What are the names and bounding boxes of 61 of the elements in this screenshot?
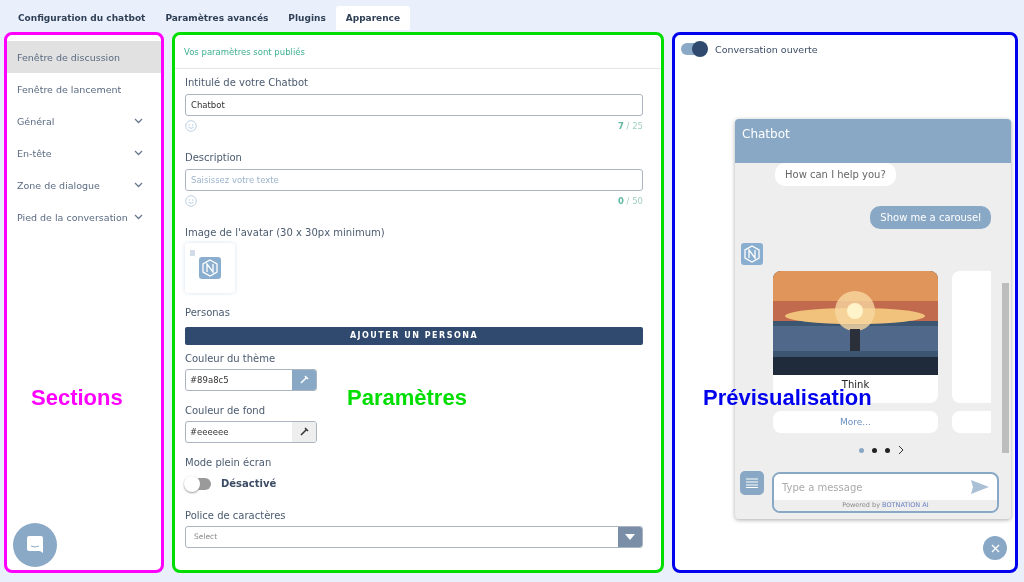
menu-icon [746,478,758,488]
trash-icon[interactable] [189,248,196,256]
carousel-dot[interactable] [884,447,890,453]
close-icon [990,543,1000,553]
field-label: Intitulé de votre Chatbot [185,77,309,88]
carousel-dot[interactable] [858,447,864,453]
color-swatch[interactable] [292,369,316,390]
status-message: Vos paramètres sont publiés [175,35,661,69]
menu-button[interactable] [740,471,764,495]
toggle-switch[interactable] [185,477,211,490]
smiley-icon[interactable] [185,120,197,132]
field-label: Couleur du thème [185,352,277,364]
tab[interactable]: Paramètres avancés [155,6,279,30]
carousel-dot[interactable] [871,447,877,453]
sidebar-item[interactable]: Pied de la conversation [7,201,161,233]
annotation-label: Paramètres [347,385,467,411]
field-label: Image de l'avatar (30 x 30px minimum) [185,227,386,238]
field-label: Description [185,152,243,163]
caret-down-icon [625,533,635,540]
sidebar-item[interactable]: Zone de dialogue [7,169,161,201]
toggle-label: Conversation ouverte [715,43,818,55]
field-label: Police de caractères [185,509,287,521]
eyedropper-icon[interactable] [298,426,310,437]
chevron-right-icon[interactable] [897,445,904,455]
sidebar-item[interactable]: Fenêtre de lancement [7,73,161,105]
more-link[interactable]: More... [773,411,938,433]
chat-bubble-icon [25,535,45,555]
sidebar-item[interactable]: En-tête [7,137,161,169]
hexagon-logo-icon [741,243,763,265]
character-counter: 0 / 50 [618,196,643,206]
tab[interactable]: Apparence [335,6,411,30]
color-swatch[interactable] [292,421,316,442]
sidebar-item[interactable]: Général [7,105,161,137]
chevron-down-icon [134,182,143,188]
chevron-down-icon [134,214,143,220]
chat-launcher-button[interactable] [13,523,57,567]
tab[interactable]: Configuration du chatbot [8,6,156,30]
color-field[interactable]: #89a8c5 [185,368,317,391]
chat-message: How can I help you? [775,163,896,186]
text-field[interactable]: Saisissez votre texte [185,169,643,191]
chat-title: Chatbot [742,127,790,141]
chat-message: Show me a carousel [870,206,991,229]
tab[interactable]: Plugins [278,6,336,30]
toggle-switch[interactable] [681,43,707,55]
text-field[interactable]: Chatbot [185,94,643,116]
send-icon[interactable] [971,480,989,494]
sidebar-item[interactable]: Fenêtre de discussion [7,41,161,73]
toggle-state: Désactivé [221,478,277,489]
scrollbar[interactable] [1002,283,1009,453]
chevron-down-icon [134,150,143,156]
character-counter: 7 / 25 [618,121,643,131]
close-button[interactable] [983,536,1007,560]
field-label: Mode plein écran [185,456,273,468]
color-field[interactable]: #eeeeee [185,420,317,443]
field-label: Couleur de fond [185,404,266,416]
annotation-label: Sections [31,385,123,411]
hexagon-logo-icon [199,257,221,279]
smiley-icon[interactable] [185,195,197,207]
add-persona-button[interactable]: AJOUTER UN PERSONA [185,326,643,345]
field-label: Personas [185,307,231,318]
chevron-down-icon [134,118,143,124]
